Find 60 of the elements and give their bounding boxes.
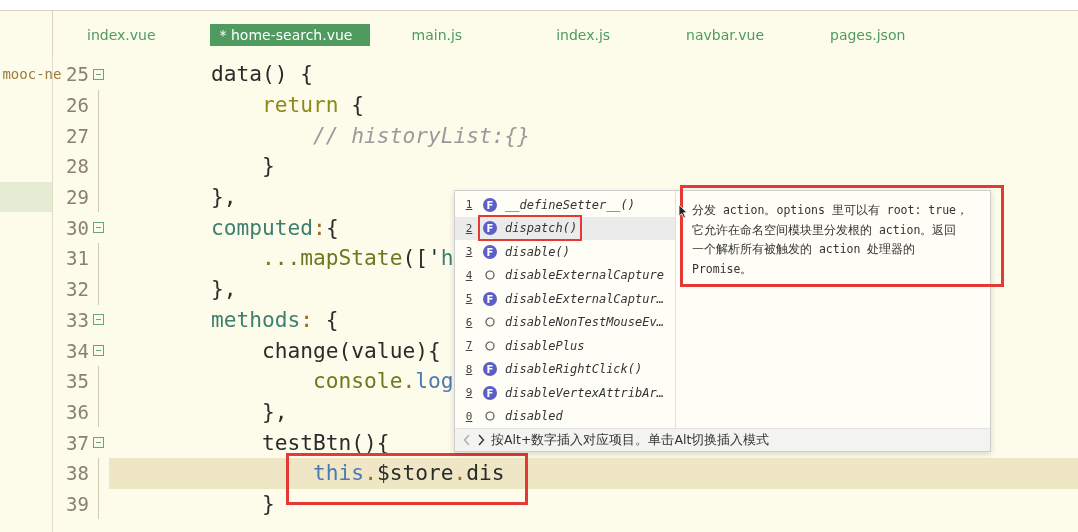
code-line: ...mapState(['h	[261, 244, 454, 273]
code-line: },	[210, 275, 237, 304]
sidebar-item[interactable]: .mooc-ne	[0, 66, 62, 83]
code-line: },	[261, 397, 288, 426]
code-line: methods: {	[210, 305, 339, 334]
circle-icon	[483, 409, 497, 424]
suggestion-item[interactable]: 9 F disableVertexAttribAr…	[455, 381, 675, 405]
code-line: data() {	[210, 60, 314, 89]
suggestion-item[interactable]: 6 disableNonTestMouseEv…	[455, 310, 675, 334]
line-number: 31	[65, 247, 89, 270]
code-line: }	[261, 152, 275, 181]
line-number: 30	[65, 216, 89, 239]
code-line: this.$store.dis	[312, 459, 505, 488]
line-number: 26	[65, 94, 89, 117]
code-line: computed:{	[210, 213, 339, 242]
line-number: 37	[65, 431, 89, 454]
code-line: }	[261, 489, 275, 518]
circle-icon	[483, 268, 497, 283]
line-number: 34	[65, 339, 89, 362]
suggestion-item[interactable]: 2 F dispatch()	[455, 216, 675, 240]
line-number: 35	[65, 370, 89, 393]
function-icon: F	[483, 244, 497, 259]
code-line: console.log	[312, 367, 454, 396]
collapse-icon[interactable]	[93, 222, 104, 234]
chevron-right-icon[interactable]	[477, 434, 485, 446]
line-number: 29	[65, 186, 89, 209]
suggestion-item[interactable]: 7 disablePlus	[455, 334, 675, 358]
collapse-icon[interactable]	[93, 314, 104, 326]
line-number: 33	[65, 308, 89, 331]
line-number: 28	[65, 155, 89, 178]
mouse-pointer-icon	[678, 204, 688, 219]
suggestion-item[interactable]: 0 disabled	[455, 404, 675, 428]
line-number: 32	[65, 278, 89, 301]
collapse-icon[interactable]	[93, 345, 104, 357]
code-line: // historyList:{}	[312, 121, 530, 150]
code-line: change(value){	[261, 336, 441, 365]
suggestion-item[interactable]: 8 F disableRightClick()	[455, 357, 675, 381]
line-number: 36	[65, 400, 89, 423]
line-number: 39	[65, 492, 89, 515]
code-line: return {	[261, 91, 365, 120]
line-number: 38	[65, 462, 89, 485]
hint-text: 按Alt+数字插入对应项目。单击Alt切换插入模式	[491, 431, 770, 449]
circle-icon	[483, 338, 497, 353]
collapse-icon[interactable]	[93, 437, 104, 449]
chevron-left-icon[interactable]	[463, 434, 471, 446]
code-line: },	[210, 183, 237, 212]
function-icon: F	[483, 291, 497, 306]
suggestion-item[interactable]: 3 F disable()	[455, 240, 675, 264]
suggestion-item[interactable]: 1 F __defineSetter__()	[455, 193, 675, 217]
function-icon: F	[483, 362, 497, 377]
documentation-text: 分发 action。options 里可以有 root: true，它允许在命名空间模块里分发根的 action。返回一个解析所有被触发的 action 处理器的 Promise。	[692, 202, 968, 278]
function-icon: F	[483, 385, 497, 400]
suggestion-item[interactable]: 5 F disableExternalCaptur…	[455, 287, 675, 311]
function-icon: F	[483, 197, 497, 212]
suggestion-item[interactable]: 4 disableExternalCapture	[455, 263, 675, 287]
circle-icon	[483, 315, 497, 330]
code-line: testBtn(){	[261, 428, 390, 457]
line-number: 27	[65, 124, 89, 147]
collapse-icon[interactable]	[93, 68, 104, 80]
function-icon: F	[483, 221, 497, 236]
